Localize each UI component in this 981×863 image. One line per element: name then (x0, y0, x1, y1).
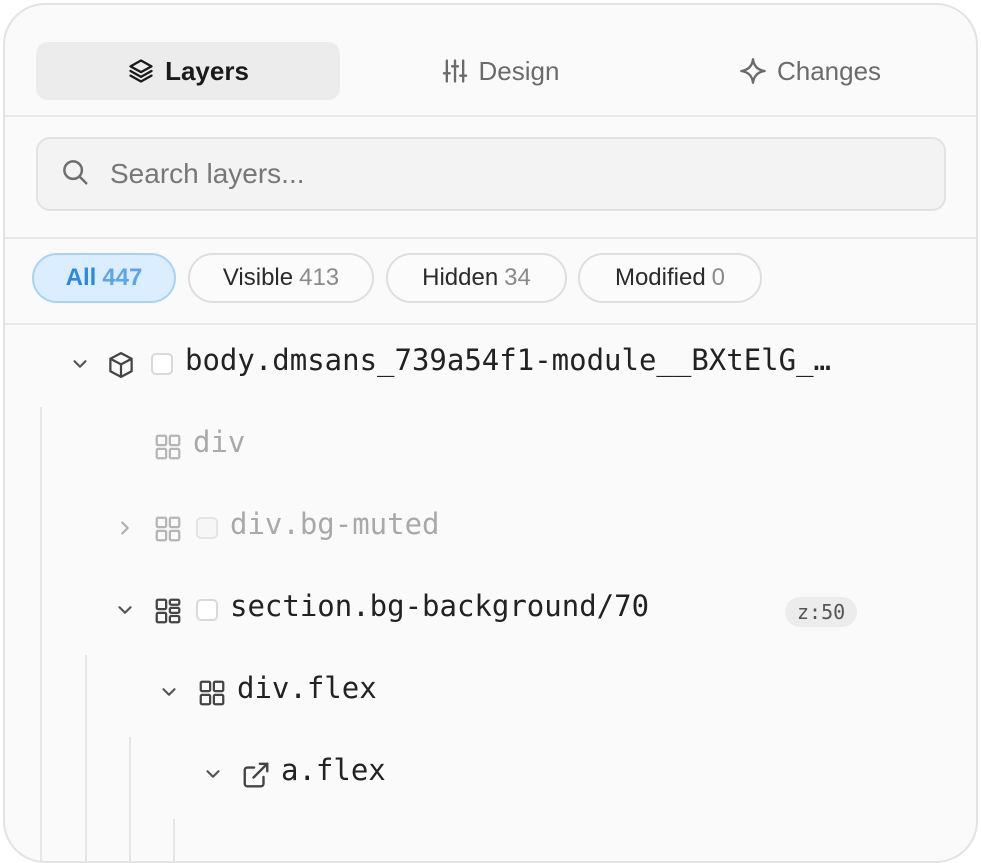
tree-guide (173, 819, 175, 861)
layer-label: a.flex (281, 753, 386, 787)
sparkle-icon (739, 57, 767, 85)
filter-count: 413 (299, 264, 340, 291)
filter-all[interactable]: All 447 (32, 253, 176, 303)
cube-icon (106, 350, 136, 385)
layer-row-div-flex[interactable]: div.flex (5, 653, 976, 735)
layout-icon (153, 596, 183, 631)
layer-row-div-bg-muted[interactable]: div.bg-muted (5, 489, 976, 571)
layer-row-body[interactable]: body.dmsans_739a54f1-module__BXtElG_… (5, 325, 976, 407)
layer-row-div[interactable]: div (5, 407, 976, 489)
z-index-badge: z:50 (785, 597, 858, 627)
filter-modified[interactable]: Modified 0 (578, 253, 762, 303)
chevron-right-icon[interactable] (114, 517, 136, 544)
tab-changes[interactable]: Changes (660, 42, 960, 100)
chevron-down-icon[interactable] (69, 353, 91, 380)
tab-label: Changes (776, 55, 882, 86)
layers-panel: Layers Design Changes Search layers... A… (3, 3, 978, 863)
filter-count: 34 (504, 264, 531, 291)
layers-icon (127, 57, 155, 85)
chevron-down-icon[interactable] (202, 763, 224, 790)
layer-row-a-flex[interactable]: a.flex (5, 735, 976, 817)
grid-icon (197, 678, 227, 713)
search-input[interactable] (108, 157, 892, 191)
sliders-icon (441, 57, 469, 85)
chevron-down-icon[interactable] (158, 681, 180, 708)
layer-label: div.flex (237, 671, 377, 705)
layer-label: section.bg-background/70 (230, 589, 650, 623)
filter-chips: All 447 Visible 413 Hidden 34 Modified 0 (5, 237, 976, 325)
layer-label: div.bg-muted (230, 507, 440, 541)
visibility-checkbox[interactable] (151, 353, 173, 375)
layer-tree: body.dmsans_739a54f1-module__BXtElG_… di… (5, 325, 976, 861)
filter-label: Visible (222, 264, 294, 291)
tab-layers[interactable]: Layers (36, 42, 340, 100)
filter-count: 447 (102, 264, 143, 291)
filter-label: Hidden (422, 264, 499, 291)
chevron-down-icon[interactable] (114, 599, 136, 626)
visibility-checkbox[interactable] (196, 599, 218, 621)
grid-icon (153, 432, 183, 467)
tab-label: Layers (165, 55, 249, 86)
filter-hidden[interactable]: Hidden 34 (386, 253, 567, 303)
search-box[interactable] (36, 137, 946, 211)
search-row (5, 115, 976, 239)
tab-label: Design (478, 55, 560, 86)
filter-visible[interactable]: Visible 413 (188, 253, 374, 303)
external-link-icon (241, 760, 271, 795)
layer-label: div (193, 425, 246, 459)
layer-row-section[interactable]: section.bg-background/70 z:50 (5, 571, 976, 653)
tab-design[interactable]: Design (350, 42, 650, 100)
layer-label: body.dmsans_739a54f1-module__BXtElG_… (185, 343, 832, 377)
filter-label: Modified (614, 264, 706, 291)
filter-label: All (65, 264, 97, 291)
search-icon (38, 157, 90, 192)
panel-tabs: Layers Design Changes (5, 5, 976, 117)
filter-count: 0 (711, 264, 726, 291)
grid-icon (153, 514, 183, 549)
visibility-checkbox[interactable] (196, 517, 218, 539)
